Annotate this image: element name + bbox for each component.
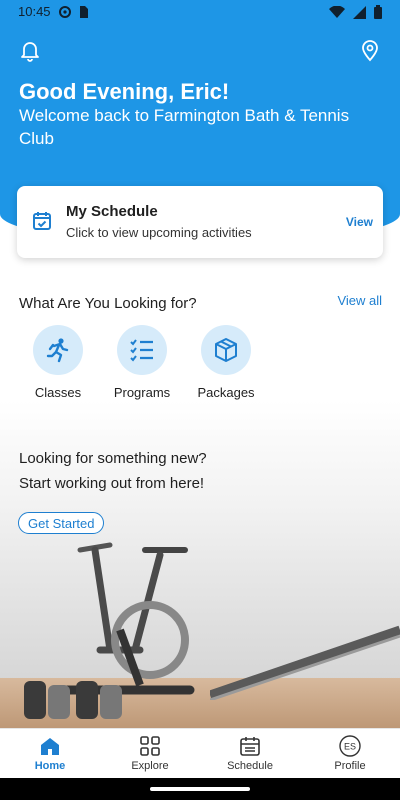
nav-home[interactable]: Home	[0, 729, 100, 778]
package-box-icon	[201, 325, 251, 375]
location-pin-icon[interactable]	[358, 38, 382, 62]
ramp-image	[210, 625, 400, 700]
category-classes[interactable]: Classes	[16, 325, 100, 400]
status-system-icons	[329, 5, 382, 19]
battery-icon	[374, 5, 382, 19]
promo-line-1: Looking for something new?	[19, 450, 207, 467]
nav-label: Schedule	[227, 760, 273, 772]
promo-line-2: Start working out from here!	[19, 475, 205, 492]
nav-explore[interactable]: Explore	[100, 729, 200, 778]
calendar-icon	[240, 737, 260, 756]
category-label: Packages	[197, 385, 255, 400]
profile-initials: ES	[344, 742, 356, 752]
category-label: Classes	[34, 385, 82, 400]
my-schedule-card[interactable]: My Schedule Click to view upcoming activ…	[17, 186, 383, 258]
home-gesture-pill[interactable]	[150, 787, 250, 791]
profile-initials-icon: ES	[339, 735, 361, 757]
greeting-title: Good Evening, Eric!	[19, 79, 230, 104]
sim-card-icon	[80, 6, 88, 18]
nav-label: Home	[34, 760, 66, 772]
status-notification-icons	[58, 5, 89, 19]
schedule-title: My Schedule	[66, 203, 158, 220]
system-gesture-bar	[0, 778, 400, 800]
cellular-signal-icon	[353, 5, 366, 19]
wifi-icon	[329, 5, 345, 18]
nav-label: Profile	[334, 760, 366, 772]
schedule-view-link[interactable]: View	[346, 215, 373, 229]
welcome-message: Welcome back to Farmington Bath & Tennis…	[19, 106, 350, 148]
categories-heading: What Are You Looking for?	[19, 295, 197, 312]
settings-gear-icon	[59, 6, 71, 18]
view-all-link[interactable]: View all	[337, 293, 382, 308]
get-started-button[interactable]: Get Started	[18, 512, 105, 534]
category-packages[interactable]: Packages	[184, 325, 268, 400]
dumbbells-image	[24, 681, 122, 719]
nav-label: Explore	[131, 760, 169, 772]
calendar-check-icon	[31, 210, 53, 232]
status-time: 10:45	[18, 4, 51, 19]
bottom-navigation: Home Explore Schedule ES Profile	[0, 728, 400, 778]
category-programs[interactable]: Programs	[100, 325, 184, 400]
bell-icon[interactable]	[18, 38, 42, 62]
category-label: Programs	[113, 385, 171, 400]
status-bar: 10:45	[0, 0, 400, 24]
home-icon	[41, 738, 59, 755]
running-person-icon	[33, 325, 83, 375]
nav-schedule[interactable]: Schedule	[200, 729, 300, 778]
grid-icon	[140, 736, 160, 756]
nav-profile[interactable]: ES Profile	[300, 729, 400, 778]
schedule-subtitle: Click to view upcoming activities	[66, 225, 252, 240]
checklist-icon	[117, 325, 167, 375]
